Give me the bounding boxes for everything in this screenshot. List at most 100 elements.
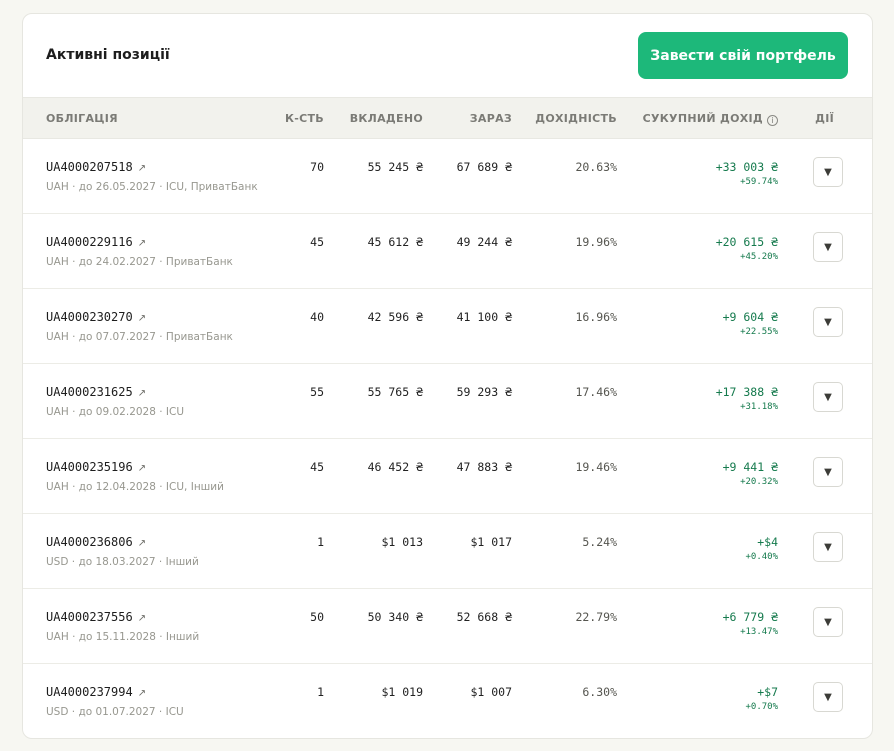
bond-code[interactable]: UA4000235196 — [46, 460, 133, 474]
yield-value: 19.46% — [575, 460, 617, 474]
invested-value: $1 019 — [381, 685, 423, 699]
row-actions-dropdown-button[interactable]: ▼ — [813, 382, 843, 412]
table-body: UA4000207518 ↗ UAH · до 26.05.2027 · ICU,… — [23, 139, 872, 738]
qty-value: 50 — [310, 610, 324, 624]
table-row: UA4000207518 ↗ UAH · до 26.05.2027 · ICU,… — [23, 139, 872, 214]
chevron-down-icon: ▼ — [824, 316, 832, 328]
total-income-percent: +0.70% — [745, 702, 778, 712]
table-row: UA4000236806 ↗ USD · до 18.03.2027 · Інши… — [23, 514, 872, 589]
info-icon[interactable]: i — [767, 115, 778, 126]
external-link-icon[interactable]: ↗ — [138, 238, 146, 249]
total-income-percent: +20.32% — [740, 477, 778, 487]
row-actions-dropdown-button[interactable]: ▼ — [813, 157, 843, 187]
bond-link[interactable]: UA4000236806 ↗ — [46, 535, 146, 549]
bond-code[interactable]: UA4000236806 — [46, 535, 133, 549]
active-positions-card: Активні позиції Завести свій портфель ОБ… — [22, 13, 873, 739]
external-link-icon[interactable]: ↗ — [138, 538, 146, 549]
bond-link[interactable]: UA4000237556 ↗ — [46, 610, 146, 624]
bond-meta: UAH · до 07.07.2027 · ПриватБанк — [46, 331, 233, 343]
bond-link[interactable]: UA4000230270 ↗ — [46, 310, 146, 324]
bond-code[interactable]: UA4000237994 — [46, 685, 133, 699]
total-income-value: +17 388 ₴ — [715, 385, 778, 399]
table-header: ОБЛІГАЦІЯ К-СТЬ ВКЛАДЕНО ЗАРАЗ ДОХІДНІСТ… — [23, 97, 872, 139]
yield-value: 16.96% — [575, 310, 617, 324]
current-value: 67 689 ₴ — [456, 160, 512, 174]
chevron-down-icon: ▼ — [824, 616, 832, 628]
column-header-total-label: СУКУПНИЙ ДОХІД — [642, 112, 763, 125]
qty-value: 55 — [310, 385, 324, 399]
bond-code[interactable]: UA4000229116 — [46, 235, 133, 249]
table-row: UA4000235196 ↗ UAH · до 12.04.2028 · ICU,… — [23, 439, 872, 514]
column-header-bond[interactable]: ОБЛІГАЦІЯ — [46, 112, 118, 125]
bond-meta: UAH · до 15.11.2028 · Інший — [46, 631, 200, 643]
bond-link[interactable]: UA4000237994 ↗ — [46, 685, 146, 699]
external-link-icon[interactable]: ↗ — [138, 163, 146, 174]
total-income-value: +9 604 ₴ — [722, 310, 778, 324]
bond-code[interactable]: UA4000230270 — [46, 310, 133, 324]
bond-meta: UAH · до 09.02.2028 · ICU — [46, 406, 185, 418]
external-link-icon[interactable]: ↗ — [138, 463, 146, 474]
row-actions-dropdown-button[interactable]: ▼ — [813, 532, 843, 562]
yield-value: 22.79% — [575, 610, 617, 624]
total-income-percent: +0.40% — [745, 552, 778, 562]
chevron-down-icon: ▼ — [824, 466, 832, 478]
bond-link[interactable]: UA4000229116 ↗ — [46, 235, 146, 249]
chevron-down-icon: ▼ — [824, 166, 832, 178]
total-income-value: +20 615 ₴ — [715, 235, 778, 249]
external-link-icon[interactable]: ↗ — [138, 613, 146, 624]
bond-link[interactable]: UA4000231625 ↗ — [46, 385, 146, 399]
chevron-down-icon: ▼ — [824, 241, 832, 253]
column-header-qty[interactable]: К-СТЬ — [285, 112, 324, 125]
bond-meta: UAH · до 26.05.2027 · ICU, ПриватБанк — [46, 181, 258, 193]
bond-code[interactable]: UA4000207518 — [46, 160, 133, 174]
row-actions-dropdown-button[interactable]: ▼ — [813, 607, 843, 637]
column-header-now[interactable]: ЗАРАЗ — [470, 112, 512, 125]
card-header: Активні позиції Завести свій портфель — [23, 14, 872, 97]
invested-value: 55 245 ₴ — [367, 160, 423, 174]
total-income-value: +6 779 ₴ — [722, 610, 778, 624]
column-header-invested[interactable]: ВКЛАДЕНО — [350, 112, 423, 125]
total-income-value: +$7 — [757, 685, 778, 699]
current-value: 41 100 ₴ — [456, 310, 512, 324]
bond-code[interactable]: UA4000237556 — [46, 610, 133, 624]
table-row: UA4000237994 ↗ USD · до 01.07.2027 · ICU … — [23, 664, 872, 738]
current-value: 49 244 ₴ — [456, 235, 512, 249]
external-link-icon[interactable]: ↗ — [138, 688, 146, 699]
bond-meta: USD · до 18.03.2027 · Інший — [46, 556, 199, 568]
qty-value: 70 — [310, 160, 324, 174]
column-header-actions: ДІЇ — [815, 112, 834, 125]
total-income-value: +9 441 ₴ — [722, 460, 778, 474]
total-income-value: +$4 — [757, 535, 778, 549]
page-title: Активні позиції — [46, 47, 170, 63]
row-actions-dropdown-button[interactable]: ▼ — [813, 307, 843, 337]
table-row: UA4000231625 ↗ UAH · до 09.02.2028 · ICU … — [23, 364, 872, 439]
row-actions-dropdown-button[interactable]: ▼ — [813, 682, 843, 712]
create-portfolio-button[interactable]: Завести свій портфель — [638, 32, 848, 79]
table-row: UA4000230270 ↗ UAH · до 07.07.2027 · Прив… — [23, 289, 872, 364]
bond-link[interactable]: UA4000207518 ↗ — [46, 160, 146, 174]
qty-value: 45 — [310, 235, 324, 249]
qty-value: 1 — [317, 685, 324, 699]
row-actions-dropdown-button[interactable]: ▼ — [813, 232, 843, 262]
external-link-icon[interactable]: ↗ — [138, 388, 146, 399]
row-actions-dropdown-button[interactable]: ▼ — [813, 457, 843, 487]
qty-value: 1 — [317, 535, 324, 549]
yield-value: 6.30% — [582, 685, 617, 699]
column-header-yield[interactable]: ДОХІДНІСТЬ — [535, 112, 617, 125]
current-value: 52 668 ₴ — [456, 610, 512, 624]
yield-value: 20.63% — [575, 160, 617, 174]
qty-value: 45 — [310, 460, 324, 474]
current-value: $1 017 — [470, 535, 512, 549]
current-value: 59 293 ₴ — [456, 385, 512, 399]
yield-value: 17.46% — [575, 385, 617, 399]
qty-value: 40 — [310, 310, 324, 324]
table-row: UA4000229116 ↗ UAH · до 24.02.2027 · Прив… — [23, 214, 872, 289]
bond-link[interactable]: UA4000235196 ↗ — [46, 460, 146, 474]
external-link-icon[interactable]: ↗ — [138, 313, 146, 324]
bond-meta: USD · до 01.07.2027 · ICU — [46, 706, 184, 718]
chevron-down-icon: ▼ — [824, 391, 832, 403]
column-header-total[interactable]: СУКУПНИЙ ДОХІД i — [643, 112, 778, 126]
bond-code[interactable]: UA4000231625 — [46, 385, 133, 399]
invested-value: 45 612 ₴ — [367, 235, 423, 249]
invested-value: 42 596 ₴ — [367, 310, 423, 324]
